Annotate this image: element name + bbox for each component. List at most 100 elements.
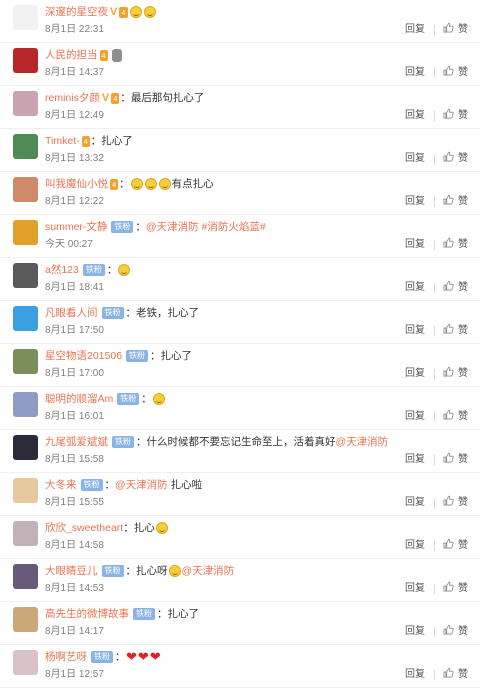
reply-button[interactable]: 回复 <box>405 367 425 381</box>
comment-username[interactable]: 欣欣_sweetheart <box>45 522 123 534</box>
action-divider <box>434 584 435 594</box>
reply-button[interactable]: 回复 <box>405 109 425 123</box>
mention-link[interactable]: @天津消防 <box>336 436 389 448</box>
comment-text: ：扎心呀 <box>125 565 168 577</box>
action-divider <box>434 627 435 637</box>
comment-time: 8月1日 14:53 <box>45 583 104 594</box>
like-button[interactable]: 赞 <box>443 108 468 124</box>
heart-icon: ❤ <box>137 649 149 665</box>
avatar[interactable] <box>13 435 38 460</box>
avatar[interactable] <box>13 478 38 503</box>
comment-username[interactable]: 高先生的微博故事 <box>45 608 129 620</box>
reply-button[interactable]: 回复 <box>405 66 425 80</box>
comment-username[interactable]: 杨啊艺呀 <box>45 651 87 663</box>
like-button[interactable]: 赞 <box>443 65 468 81</box>
like-button[interactable]: 赞 <box>443 323 468 339</box>
like-button[interactable]: 赞 <box>443 409 468 425</box>
action-divider <box>434 541 435 551</box>
comment-username[interactable]: 星空物语201506 <box>45 350 122 362</box>
avatar[interactable] <box>13 220 38 245</box>
like-button[interactable]: 赞 <box>443 237 468 253</box>
avatar[interactable] <box>13 263 38 288</box>
comment-line: 聪明的顺溜Am 铁粉： <box>45 390 465 408</box>
comment-actions: 回复 赞 <box>405 624 468 640</box>
comment-username[interactable]: 大眼睛豆儿 <box>45 565 98 577</box>
reply-button[interactable]: 回复 <box>405 238 425 252</box>
avatar[interactable] <box>13 91 38 116</box>
like-button[interactable]: 赞 <box>443 194 468 210</box>
level-badge: 4 <box>81 135 90 147</box>
comment-text: ：什么时候都不要忘记生命至上，活着真好 <box>136 436 336 448</box>
like-button[interactable]: 赞 <box>443 366 468 382</box>
reply-button[interactable]: 回复 <box>405 496 425 510</box>
action-divider <box>434 240 435 250</box>
comment-actions: 回复 赞 <box>405 194 468 210</box>
reply-button[interactable]: 回复 <box>405 625 425 639</box>
avatar[interactable] <box>13 177 38 202</box>
like-button[interactable]: 赞 <box>443 280 468 296</box>
avatar[interactable] <box>13 564 38 589</box>
reply-button[interactable]: 回复 <box>405 23 425 37</box>
mention-link[interactable]: @天津消防 <box>182 565 235 577</box>
fan-badge: 铁粉 <box>82 264 105 277</box>
comment-username[interactable]: 人民的担当 <box>45 49 98 61</box>
reply-button[interactable]: 回复 <box>405 539 425 553</box>
like-button[interactable]: 赞 <box>443 667 468 683</box>
avatar[interactable] <box>13 392 38 417</box>
reply-button[interactable]: 回复 <box>405 582 425 596</box>
fan-badge: 铁粉 <box>117 393 140 406</box>
comment-username[interactable]: summer-文静 <box>45 221 107 233</box>
mention-link[interactable]: @天津消防 <box>115 479 168 491</box>
comment-username[interactable]: a然123 <box>45 264 79 276</box>
like-button[interactable]: 赞 <box>443 22 468 38</box>
thumbs-up-icon <box>443 323 458 339</box>
comment-username[interactable]: 叫我魔仙小悦 <box>45 178 108 190</box>
reply-button[interactable]: 回复 <box>405 410 425 424</box>
like-button[interactable]: 赞 <box>443 581 468 597</box>
comment-username[interactable]: 九尾弧爱斌斌 <box>45 436 108 448</box>
avatar[interactable] <box>13 650 38 675</box>
thumbs-up-icon <box>443 108 458 124</box>
reply-button[interactable]: 回复 <box>405 281 425 295</box>
verified-badge: V <box>110 6 118 18</box>
avatar[interactable] <box>13 521 38 546</box>
mention-link[interactable]: @天津消防 <box>146 221 199 233</box>
comment-line: 叫我魔仙小悦 4： 有点扎心 <box>45 175 465 193</box>
comment-row: 叫我魔仙小悦 4： 有点扎心 8月1日 12:22 回复 赞 <box>0 172 480 215</box>
comment-username[interactable]: 凡眼看人间 <box>45 307 98 319</box>
comment-username[interactable]: 大冬来 <box>45 479 77 491</box>
like-button[interactable]: 赞 <box>443 452 468 468</box>
reply-button[interactable]: 回复 <box>405 324 425 338</box>
reply-button[interactable]: 回复 <box>405 195 425 209</box>
like-label: 赞 <box>458 583 468 594</box>
comment-text: ： <box>106 264 118 276</box>
avatar[interactable] <box>13 349 38 374</box>
like-button[interactable]: 赞 <box>443 538 468 554</box>
comment-row: 杨啊艺呀 铁粉 ：❤❤❤ 8月1日 12:57 回复赞 <box>0 645 480 688</box>
avatar[interactable] <box>13 5 38 30</box>
avatar[interactable] <box>13 607 38 632</box>
like-button[interactable]: 赞 <box>443 495 468 511</box>
like-button[interactable]: 赞 <box>443 624 468 640</box>
like-label: 赞 <box>458 110 468 121</box>
reply-button[interactable]: 回复 <box>405 668 425 682</box>
avatar[interactable] <box>13 134 38 159</box>
like-label: 赞 <box>458 411 468 422</box>
like-button[interactable]: 赞 <box>443 151 468 167</box>
comment-line: 深邃的星空夜 V 4 <box>45 3 465 21</box>
avatar[interactable] <box>13 306 38 331</box>
comment-username[interactable]: reminis夕颜 <box>45 92 100 104</box>
action-divider <box>434 498 435 508</box>
thumbs-up-icon <box>443 65 458 81</box>
comment-row: 大冬来 铁粉 ：@天津消防 扎心啦 8月1日 15:55 回复 赞 <box>0 473 480 516</box>
comment-username[interactable]: Timket- <box>45 135 80 147</box>
comment-row: summer-文静 铁粉 ：@天津消防 #消防火焰蓝# 今天 00:27 回复 赞 <box>0 215 480 258</box>
reply-button[interactable]: 回复 <box>405 453 425 467</box>
comment-username[interactable]: 深邃的星空夜 <box>45 6 108 18</box>
reply-button[interactable]: 回复 <box>405 152 425 166</box>
comment-username[interactable]: 聪明的顺溜Am <box>45 393 113 405</box>
comment-time: 今天 00:27 <box>45 239 93 250</box>
comment-text: ： <box>115 651 126 663</box>
mention-link[interactable]: #消防火焰蓝# <box>202 221 266 233</box>
avatar[interactable] <box>13 48 38 73</box>
